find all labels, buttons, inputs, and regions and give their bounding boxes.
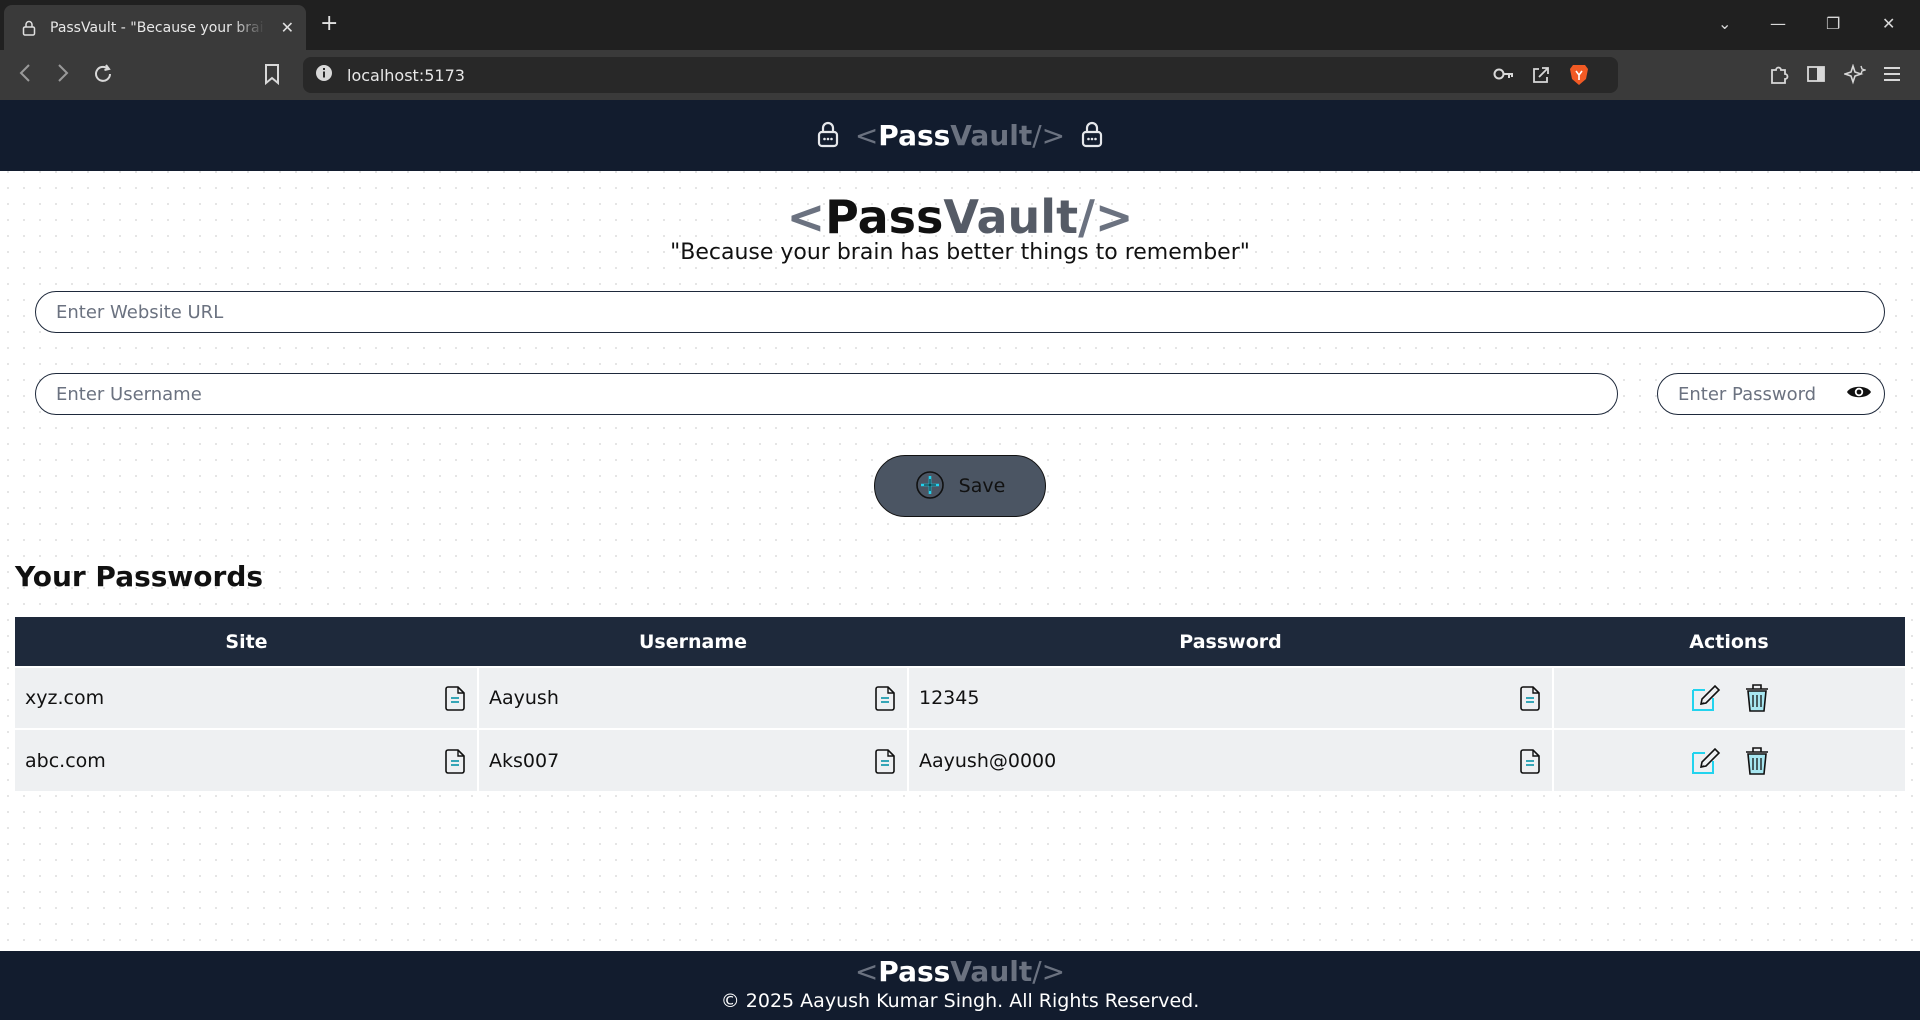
username-cell: Aayush <box>489 687 559 709</box>
hero-logo-pass: Pass <box>825 190 944 244</box>
lock-icon <box>1081 120 1103 152</box>
copy-icon[interactable] <box>1518 684 1542 712</box>
browser-tab[interactable]: PassVault - "Because your brain has bett… <box>4 5 306 50</box>
plus-circle-icon <box>915 470 945 503</box>
footer-logo: <PassVault/> <box>0 951 1920 988</box>
copy-icon[interactable] <box>873 684 897 712</box>
site-info-icon[interactable] <box>315 64 333 86</box>
address-bar[interactable]: localhost:5173 <box>303 57 1618 93</box>
logo-vault: Vault <box>950 119 1033 152</box>
tab-close-icon[interactable]: ✕ <box>281 18 294 37</box>
column-header-site: Site <box>15 617 478 667</box>
table-header-row: Site Username Password Actions <box>15 617 1905 667</box>
hero-logo: <PassVault/> <box>0 190 1920 244</box>
footer-logo-close: /> <box>1032 955 1066 988</box>
trash-icon[interactable] <box>1743 745 1771 777</box>
tab-title: PassVault - "Because your brain has bett… <box>50 19 265 36</box>
column-header-password: Password <box>908 617 1553 667</box>
extensions-icon[interactable] <box>1768 64 1790 90</box>
hero-logo-vault: Vault <box>943 190 1079 244</box>
save-label: Save <box>958 475 1006 497</box>
maximize-button[interactable]: ❐ <box>1826 14 1840 34</box>
tagline: "Because your brain has better things to… <box>670 240 1250 265</box>
password-cell: Aayush@0000 <box>919 749 1057 772</box>
site-cell[interactable]: abc.com <box>25 750 106 772</box>
passwords-table: Site Username Password Actions xyz.com A… <box>15 617 1905 791</box>
footer-logo-vault: Vault <box>950 955 1033 988</box>
footer-logo-open: < <box>854 955 879 988</box>
bookmark-icon[interactable] <box>264 63 280 90</box>
leo-ai-icon[interactable] <box>1842 63 1868 90</box>
minimize-button[interactable]: — <box>1770 14 1786 34</box>
nav-logo[interactable]: <PassVault/> <box>855 119 1065 152</box>
footer-logo-pass: Pass <box>878 955 951 988</box>
key-icon[interactable] <box>1493 66 1515 86</box>
eye-icon[interactable] <box>1846 383 1872 401</box>
footer: <PassVault/> © 2025 Aayush Kumar Singh. … <box>0 951 1920 1020</box>
password-cell: 12345 <box>919 687 980 709</box>
menu-icon[interactable] <box>1882 64 1902 88</box>
edit-icon[interactable] <box>1689 682 1721 714</box>
logo-pass: Pass <box>878 119 951 152</box>
hero-logo-open: < <box>786 190 826 244</box>
page: <PassVault/> <PassVault/> "Because your … <box>0 100 1920 1020</box>
new-tab-button[interactable]: + <box>320 11 338 37</box>
copy-icon[interactable] <box>443 747 467 775</box>
share-icon[interactable] <box>1531 65 1551 89</box>
site-cell[interactable]: xyz.com <box>25 687 104 709</box>
logo-open: < <box>854 119 879 152</box>
sidebar-icon[interactable] <box>1806 64 1826 88</box>
column-header-actions: Actions <box>1553 617 1905 667</box>
copy-icon[interactable] <box>873 747 897 775</box>
logo-close: /> <box>1032 119 1066 152</box>
brave-shield-icon[interactable] <box>1569 63 1589 91</box>
forward-icon[interactable] <box>56 63 70 88</box>
top-navbar: <PassVault/> <box>0 100 1920 171</box>
table-row: abc.com Aks007 Aayush@0000 <box>15 728 1905 791</box>
edit-icon[interactable] <box>1689 745 1721 777</box>
browser-tab-bar: PassVault - "Because your brain has bett… <box>0 0 1920 50</box>
column-header-username: Username <box>478 617 908 667</box>
reload-icon[interactable] <box>92 63 114 90</box>
lock-icon <box>22 19 38 37</box>
table-row: xyz.com Aayush 12345 <box>15 666 1905 729</box>
hero-logo-close: /> <box>1078 190 1134 244</box>
lock-icon <box>817 120 839 152</box>
tab-search-icon[interactable]: ⌄ <box>1718 14 1731 34</box>
close-window-button[interactable]: ✕ <box>1882 14 1895 34</box>
section-title: Your Passwords <box>15 560 264 593</box>
url-text: localhost:5173 <box>347 65 465 85</box>
save-button[interactable]: Save <box>874 455 1046 517</box>
website-url-input[interactable] <box>35 291 1885 333</box>
copy-icon[interactable] <box>443 684 467 712</box>
trash-icon[interactable] <box>1743 682 1771 714</box>
browser-toolbar: localhost:5173 <box>0 50 1920 100</box>
back-icon[interactable] <box>18 63 32 88</box>
username-input[interactable] <box>35 373 1618 415</box>
copyright-text: © 2025 Aayush Kumar Singh. All Rights Re… <box>720 990 1200 1012</box>
username-cell: Aks007 <box>489 749 560 772</box>
copy-icon[interactable] <box>1518 747 1542 775</box>
